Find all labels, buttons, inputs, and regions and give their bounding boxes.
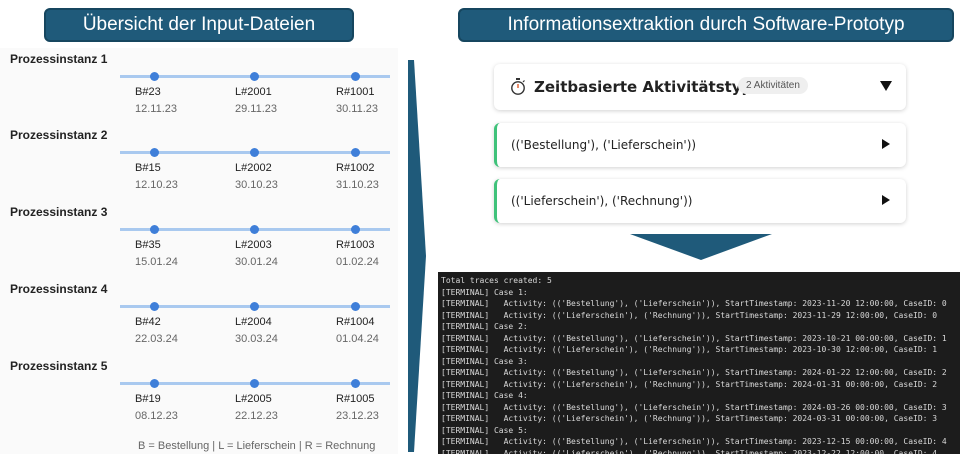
- activity-types-panel[interactable]: Zeitbasierte Aktivitätstypen 2 Aktivität…: [494, 64, 906, 110]
- timeline-dot: [150, 148, 159, 157]
- process-instance: Prozessinstanz 4 B#42 22.03.24 L#2004 30.03.…: [0, 282, 398, 352]
- activity-label: (('Bestellung'), ('Lieferschein')): [511, 138, 697, 152]
- document-date: 22.12.23: [235, 410, 278, 422]
- timeline-dot: [250, 302, 259, 311]
- activity-item[interactable]: (('Lieferschein'), ('Rechnung')): [494, 179, 906, 223]
- timeline-dot: [351, 225, 360, 234]
- instance-title: Prozessinstanz 5: [10, 359, 108, 373]
- timeline-dot: [250, 72, 259, 81]
- document-date: 01.04.24: [336, 333, 379, 345]
- document-id: R#1003: [336, 239, 375, 251]
- document-date: 29.11.23: [235, 103, 278, 115]
- document-id: B#23: [135, 86, 161, 98]
- timeline-dot: [150, 302, 159, 311]
- document-date: 30.01.24: [235, 256, 278, 268]
- terminal-line: [TERMINAL] Activity: (('Bestellung'), ('…: [441, 368, 947, 377]
- document-date: 12.11.23: [135, 103, 178, 115]
- document-date: 23.12.23: [336, 410, 379, 422]
- process-instance: Prozessinstanz 3 B#35 15.01.24 L#2003 30.01.…: [0, 205, 398, 275]
- activity-item[interactable]: (('Bestellung'), ('Lieferschein')): [494, 123, 906, 167]
- terminal-line: [TERMINAL] Case 5:: [441, 425, 528, 435]
- left-section-header: Übersicht der Input-Dateien: [44, 8, 354, 42]
- process-instance: Prozessinstanz 2 B#15 12.10.23 L#2002 30.10.…: [0, 128, 398, 198]
- document-id: R#1004: [336, 316, 375, 328]
- activity-label: (('Lieferschein'), ('Rechnung')): [511, 194, 693, 208]
- timeline-dot: [150, 225, 159, 234]
- document-date: 15.01.24: [135, 256, 178, 268]
- document-id: B#35: [135, 239, 161, 251]
- process-instance: Prozessinstanz 1 B#23 12.11.23 L#2001 29.11.…: [0, 52, 398, 122]
- caret-right-icon[interactable]: [882, 195, 890, 205]
- document-date: 22.03.24: [135, 333, 178, 345]
- document-date: 30.11.23: [336, 103, 379, 115]
- instance-title: Prozessinstanz 2: [10, 128, 108, 142]
- terminal-line: [TERMINAL] Activity: (('Bestellung'), ('…: [441, 333, 947, 343]
- caret-right-icon[interactable]: [882, 139, 890, 149]
- legend: B = Bestellung | L = Lieferschein | R = …: [138, 440, 376, 452]
- activity-count-badge: 2 Aktivitäten: [738, 77, 808, 94]
- divider-arrow: [408, 60, 426, 452]
- timeline-dot: [250, 225, 259, 234]
- terminal-line: [TERMINAL] Case 4:: [441, 391, 528, 400]
- terminal-line: [TERMINAL] Activity: (('Bestellung'), ('…: [441, 402, 947, 412]
- timeline-dot: [351, 148, 360, 157]
- timeline-dot: [150, 379, 159, 388]
- timeline-dot: [351, 302, 360, 311]
- terminal-line: [TERMINAL] Activity: (('Lieferschein'), …: [441, 448, 938, 454]
- document-id: R#1005: [336, 393, 375, 405]
- instance-title: Prozessinstanz 1: [10, 52, 108, 66]
- instance-title: Prozessinstanz 4: [10, 282, 108, 296]
- down-arrow: [630, 234, 772, 260]
- document-date: 30.03.24: [235, 333, 278, 345]
- caret-down-icon[interactable]: [880, 81, 892, 91]
- terminal-line: [TERMINAL] Activity: (('Lieferschein'), …: [441, 379, 938, 389]
- document-id: B#42: [135, 316, 161, 328]
- document-date: 30.10.23: [235, 179, 278, 191]
- terminal-line: [TERMINAL] Activity: (('Lieferschein'), …: [441, 414, 938, 423]
- right-section-header: Informationsextraktion durch Software-Pr…: [458, 8, 954, 42]
- document-id: L#2005: [235, 393, 272, 405]
- document-id: R#1001: [336, 86, 375, 98]
- timeline-dot: [250, 148, 259, 157]
- terminal-line: Total traces created: 5: [441, 276, 552, 285]
- document-date: 08.12.23: [135, 410, 178, 422]
- instance-title: Prozessinstanz 3: [10, 205, 108, 219]
- document-id: R#1002: [336, 162, 375, 174]
- document-id: B#15: [135, 162, 161, 174]
- document-id: L#2001: [235, 86, 272, 98]
- document-id: L#2002: [235, 162, 272, 174]
- terminal-line: [TERMINAL] Activity: (('Bestellung'), ('…: [441, 299, 947, 308]
- stopwatch-icon: [511, 78, 525, 95]
- document-date: 31.10.23: [336, 179, 379, 191]
- timeline-dot: [150, 72, 159, 81]
- terminal-line: [TERMINAL] Case 2:: [441, 322, 528, 331]
- document-date: 01.02.24: [336, 256, 379, 268]
- terminal-line: [TERMINAL] Case 1:: [441, 287, 528, 297]
- process-instance: Prozessinstanz 5 B#19 08.12.23 L#2005 22.12.…: [0, 359, 398, 429]
- document-id: L#2003: [235, 239, 272, 251]
- terminal-output: Total traces created: 5 [TERMINAL] Case 1…: [438, 272, 960, 454]
- terminal-line: [TERMINAL] Activity: (('Lieferschein'), …: [441, 310, 938, 320]
- document-date: 12.10.23: [135, 179, 178, 191]
- document-id: B#19: [135, 393, 161, 405]
- terminal-line: [TERMINAL] Case 3:: [441, 356, 528, 366]
- timeline-dot: [351, 379, 360, 388]
- document-id: L#2004: [235, 316, 272, 328]
- timeline-dot: [250, 379, 259, 388]
- timeline-dot: [351, 72, 360, 81]
- terminal-line: [TERMINAL] Activity: (('Bestellung'), ('…: [441, 437, 947, 446]
- terminal-line: [TERMINAL] Activity: (('Lieferschein'), …: [441, 345, 938, 354]
